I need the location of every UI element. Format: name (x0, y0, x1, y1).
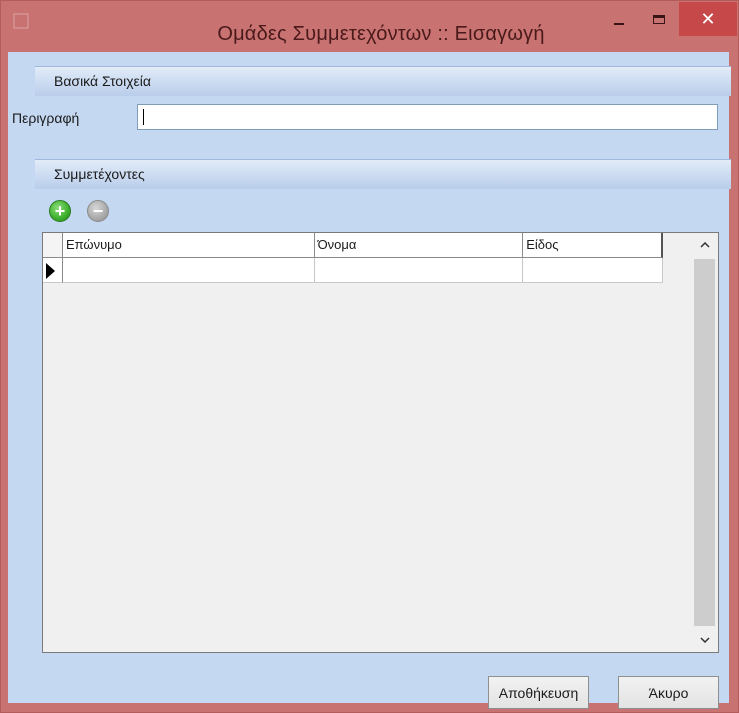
save-button[interactable]: Αποθήκευση (488, 676, 589, 709)
remove-member-button[interactable]: − (87, 200, 109, 222)
grid-corner-cell[interactable] (43, 233, 63, 258)
add-member-button[interactable]: + (49, 200, 71, 222)
basic-info-section-header: Βασικά Στοιχεία (35, 66, 731, 96)
scroll-track[interactable] (694, 259, 715, 626)
minimize-button[interactable] (599, 2, 639, 36)
column-header-name[interactable]: Όνομα (314, 233, 524, 258)
members-section-header: Συμμετέχοντες (35, 159, 731, 189)
close-button[interactable]: ✕ (679, 2, 737, 36)
cell-type[interactable] (523, 258, 663, 283)
description-label: Περιγραφή (12, 110, 80, 126)
minus-circle-icon: − (92, 200, 104, 221)
members-section-title: Συμμετέχοντες (54, 166, 145, 182)
close-icon: ✕ (700, 9, 716, 29)
plus-circle-icon: + (54, 200, 66, 221)
vertical-scrollbar[interactable] (692, 233, 718, 652)
cancel-button[interactable]: Άκυρο (618, 676, 719, 709)
description-input[interactable] (137, 104, 718, 130)
table-row[interactable] (43, 258, 663, 283)
row-indicator[interactable] (43, 258, 63, 283)
text-caret (143, 109, 144, 125)
column-header-type[interactable]: Είδος (523, 233, 663, 258)
scroll-up-icon[interactable] (692, 233, 718, 257)
minimize-icon (614, 23, 624, 25)
cell-name[interactable] (314, 258, 524, 283)
grid-header-row: Επώνυμο Όνομα Είδος (43, 233, 663, 258)
scroll-down-icon[interactable] (692, 628, 718, 652)
basic-info-section-title: Βασικά Στοιχεία (54, 73, 152, 89)
maximize-button[interactable] (639, 2, 679, 36)
current-row-arrow-icon (46, 263, 55, 279)
maximize-icon (653, 14, 665, 24)
column-header-surname[interactable]: Επώνυμο (62, 233, 315, 258)
members-grid[interactable]: Επώνυμο Όνομα Είδος (42, 232, 719, 653)
title-bar[interactable]: Ομάδες Συμμετεχόντων :: Εισαγωγή ✕ (1, 1, 738, 53)
cell-surname[interactable] (62, 258, 315, 283)
